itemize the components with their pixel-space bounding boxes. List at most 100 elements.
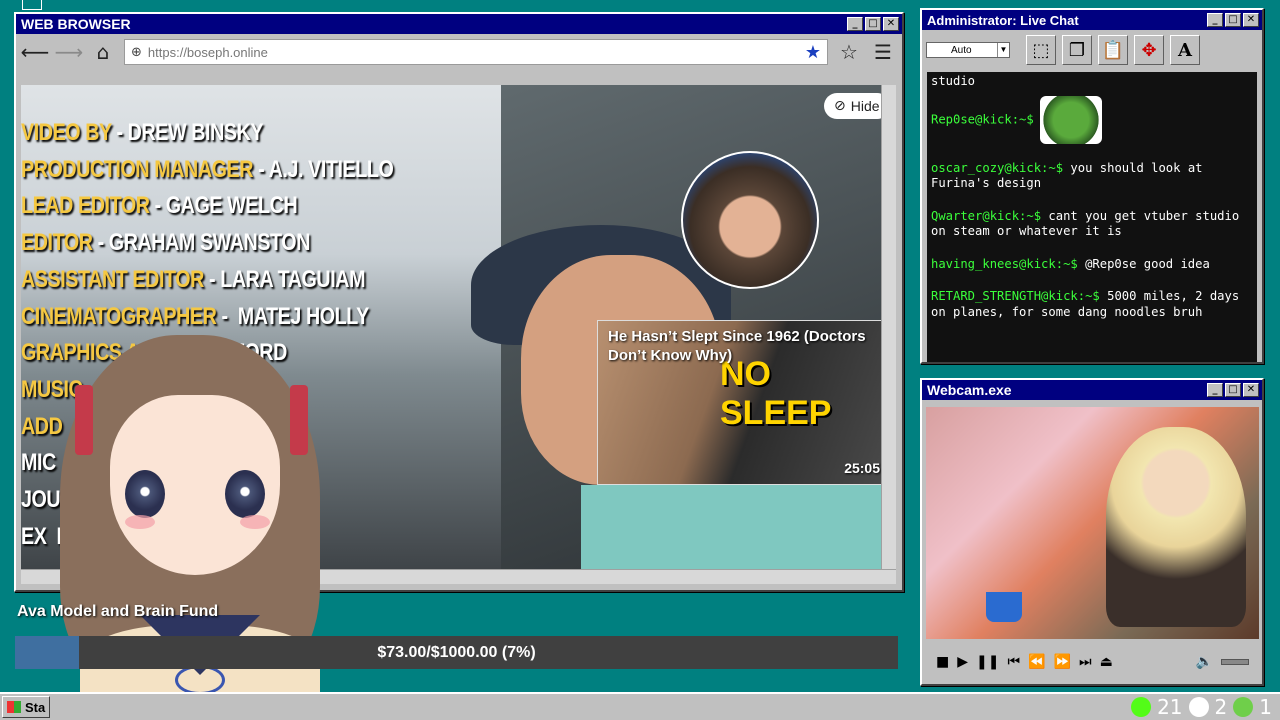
chat-toolbar: Auto ▼ ⬚ ❐ 📋 ✥ A [922,30,1262,70]
play-icon[interactable]: ▶ [957,654,968,670]
fund-progress-bar: $73.00/$1000.00 (7%) [15,636,898,669]
back-arrow-icon[interactable]: ⟵ [21,40,50,64]
browser-navbar: ⟵ ⟶ ⌂ ⊕ https://boseph.online ★ ☆ ☰ [16,34,902,70]
vtuber-ribbon-left [75,385,93,455]
credit-line: PRODUCTION MANAGER - A.J. VITIELLO [21,152,394,189]
address-bar[interactable]: ⊕ https://boseph.online ★ [124,39,828,65]
chat-message: oscar_cozy@kick:~$ you should look at Fu… [931,161,1253,192]
pause-icon[interactable]: ❚❚ [976,654,999,670]
credit-name: - GAGE WELCH [149,192,298,220]
rewind-icon[interactable]: ⏪ [1028,654,1045,670]
chat-username[interactable]: having_knees@kick:~$ [931,257,1078,271]
close-button[interactable]: ✕ [1243,383,1259,397]
fast-forward-icon[interactable]: ⏩ [1054,654,1071,670]
tray-count: 2 [1214,695,1228,719]
chat-message: RETARD_STRENGTH@kick:~$ 5000 miles, 2 da… [931,289,1253,320]
chat-messages[interactable]: studio Rep0se@kick:~$ oscar_cozy@kick:~$ y… [927,72,1257,362]
credit-name: - A.J. VITIELLO [253,155,394,183]
vtuber-blush-left [125,515,155,529]
chat-window: Administrator: Live Chat _ □ ✕ Auto ▼ ⬚ … [920,8,1264,364]
chevron-down-icon: ▼ [997,43,1009,57]
webcam-window: Webcam.exe _ □ ✕ ■ ▶ ❚❚ ⏮ ⏪ ⏩ ⏭ ⏏ 🔈 [920,378,1264,686]
vtuber-ribbon-right [290,385,308,455]
minimize-button[interactable]: _ [847,17,863,31]
credit-line: ASSISTANT EDITOR - LARA TAGUIAM [21,262,393,299]
moon-icon[interactable] [1188,697,1209,717]
credit-line: EDITOR - GRAHAM SWANSTON [21,225,393,262]
webcam-feed [926,407,1259,639]
favorite-star-icon[interactable]: ☆ [836,40,862,64]
chat-username[interactable]: RETARD_STRENGTH@kick:~$ [931,289,1100,303]
maximize-button[interactable]: □ [1225,383,1241,397]
close-button[interactable]: ✕ [1243,13,1259,27]
anime-boy-figure [1106,427,1246,627]
browser-titlebar[interactable]: WEB BROWSER _ □ ✕ [16,14,902,34]
credit-role: LEAD EDITOR [21,192,150,220]
play-icon[interactable] [1233,697,1254,717]
copy-icon[interactable]: ❐ [1062,35,1092,65]
vtuber-blush-right [240,515,270,529]
minimize-button[interactable]: _ [1207,13,1223,27]
url-text: https://boseph.online [147,44,268,60]
mug [986,592,1022,622]
desktop-icon[interactable] [22,0,42,10]
endcard-thumb-text: NO SLEEP [720,355,832,432]
select-tool-icon[interactable]: ⬚ [1026,35,1056,65]
credit-role: PRODUCTION MANAGER [21,155,254,183]
webcam-titlebar[interactable]: Webcam.exe _ □ ✕ [922,380,1262,400]
speaker-icon[interactable]: 🔈 [1196,654,1213,670]
credit-role: EDITOR [21,229,93,257]
chat-message: having_knees@kick:~$ @Rep0se good idea [931,257,1253,273]
credit-role: ASSISTANT EDITOR [21,265,204,293]
bookmark-star-filled-icon[interactable]: ★ [805,42,821,63]
hide-button[interactable]: ⊘ Hide [824,93,881,119]
fund-label: Ava Model and Brain Fund [17,603,219,620]
endcard-duration: 25:05 [844,460,880,476]
maximize-button[interactable]: □ [865,17,881,31]
chat-text: studio [931,74,976,88]
endscreen-video-card[interactable]: NO SLEEP He Hasn’t Slept Since 1962 (Doc… [597,320,881,485]
minimize-button[interactable]: _ [1207,383,1223,397]
forward-arrow-icon[interactable]: ⟶ [55,40,84,64]
fund-progress-text: $73.00/$1000.00 (7%) [377,643,536,661]
eject-icon[interactable]: ⏏ [1100,654,1113,670]
chat-username[interactable]: Qwarter@kick:~$ [931,209,1041,223]
volume-slider[interactable] [1221,659,1249,665]
maximize-button[interactable]: □ [1225,13,1241,27]
chat-titlebar[interactable]: Administrator: Live Chat _ □ ✕ [922,10,1262,30]
credit-role: VIDEO BY [21,119,112,146]
start-label: Sta [25,699,46,715]
kick-icon[interactable] [1131,697,1152,717]
credit-line: VIDEO BY - DREW BINSKY [21,115,393,152]
credit-name: - GRAHAM SWANSTON [92,229,311,257]
pepe-emote [1039,95,1102,144]
vtuber-eye-right [225,470,265,518]
clipboard-icon[interactable]: 📋 [1098,35,1128,65]
webcam-title: Webcam.exe [927,382,1012,398]
windows-logo-icon [7,701,21,713]
tray-count: 21 [1157,695,1183,719]
skip-forward-icon[interactable]: ⏭ [1079,654,1092,670]
credit-name: - DREW BINSKY [111,119,264,146]
menu-icon[interactable]: ☰ [870,40,896,64]
move-icon[interactable]: ✥ [1134,35,1164,65]
chat-username[interactable]: Rep0se@kick:~$ [931,112,1034,126]
channel-avatar[interactable] [681,151,819,289]
eye-slash-icon: ⊘ [834,98,846,114]
font-icon[interactable]: A [1170,35,1200,65]
endcard-title: He Hasn’t Slept Since 1962 (Doctors Don’… [608,328,866,364]
system-tray: 21 2 1 [1131,695,1272,719]
vertical-scrollbar[interactable] [881,85,896,569]
vtuber-eye-left [125,470,165,518]
close-button[interactable]: ✕ [883,17,899,31]
skip-back-icon[interactable]: ⏮ [1007,654,1020,670]
chat-username[interactable]: oscar_cozy@kick:~$ [931,161,1063,175]
chat-message: Rep0se@kick:~$ [931,95,1253,144]
man-shirt [581,485,881,569]
font-size-select[interactable]: Auto ▼ [926,42,1010,58]
home-icon[interactable]: ⌂ [90,40,116,64]
tray-count: 1 [1259,695,1272,719]
start-button[interactable]: Sta [2,696,51,718]
credit-name: - LARA TAGUIAM [203,265,366,293]
stop-icon[interactable]: ■ [936,654,949,670]
